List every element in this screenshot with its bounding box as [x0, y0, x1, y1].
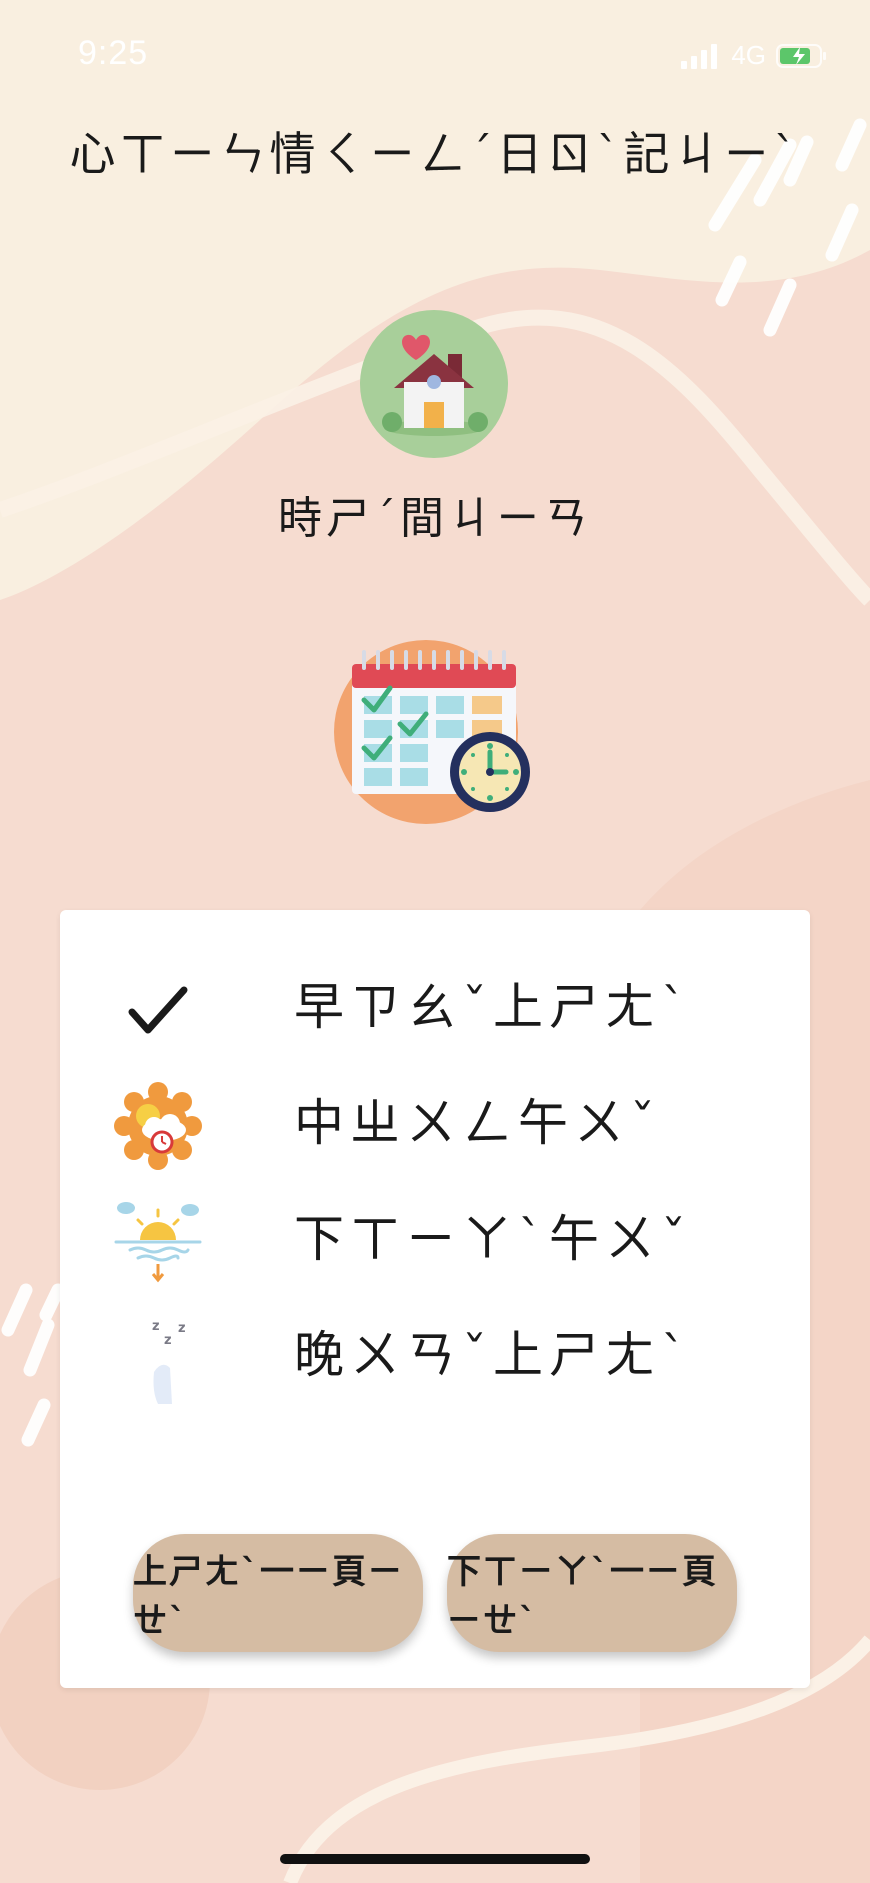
house-heart-icon	[360, 310, 508, 458]
svg-text:z: z	[178, 1321, 186, 1336]
svg-text:z: z	[152, 1319, 160, 1334]
calendar-clock-icon	[334, 640, 530, 824]
category-label: 時ㄕˊ間ㄐㄧㄢ	[278, 493, 592, 544]
moon-sleep-icon: z z z	[128, 1319, 186, 1404]
option-label-noon: 中ㄓㄨㄥ午ㄨˇ	[294, 1094, 661, 1152]
option-label-evening: 晚ㄨㄢˇ上ㄕㄤˋ	[294, 1326, 692, 1384]
battery-charging-icon	[776, 43, 826, 68]
previous-page-button[interactable]: 上ㄕㄤˋ一ㄧ頁ㄧㄝˋ	[133, 1534, 423, 1652]
option-afternoon[interactable]: 下ㄒㄧㄚˋ午ㄨˇ	[60, 1186, 810, 1296]
status-indicators: 4G	[681, 40, 828, 71]
svg-text:z: z	[164, 1333, 172, 1348]
page-title: 心ㄒㄧㄣ情ㄑㄧㄥˊ日ㄖˋ記ㄐㄧˋ	[69, 127, 801, 181]
option-evening[interactable]: z z z 晚ㄨㄢˇ上ㄕㄤˋ	[60, 1302, 810, 1412]
option-morning[interactable]: 早ㄗㄠˇ上ㄕㄤˋ	[60, 954, 810, 1064]
option-noon[interactable]: 中ㄓㄨㄥ午ㄨˇ	[60, 1070, 810, 1180]
next-page-button[interactable]: 下ㄒㄧㄚˋ一ㄧ頁ㄧㄝˋ	[447, 1534, 737, 1652]
option-label-morning: 早ㄗㄠˇ上ㄕㄤˋ	[294, 978, 692, 1036]
status-time: 9:25	[78, 34, 149, 72]
option-label-afternoon: 下ㄒㄧㄚˋ午ㄨˇ	[294, 1210, 692, 1268]
time-selection-card: 早ㄗㄠˇ上ㄕㄤˋ 中ㄓㄨㄥ午ㄨˇ 下ㄒㄧㄚˋ午ㄨˇ z z z 晚ㄨㄢˇ上ㄕㄤˋ…	[60, 910, 810, 1688]
sunset-icon	[114, 1202, 202, 1283]
sun-cloud-clock-icon	[114, 1082, 202, 1170]
checkmark-icon	[128, 986, 188, 1034]
network-type: 4G	[731, 40, 766, 70]
status-bar: 9:25 4G	[0, 0, 870, 110]
home-indicator[interactable]	[280, 1854, 590, 1864]
signal-icon	[681, 43, 718, 69]
